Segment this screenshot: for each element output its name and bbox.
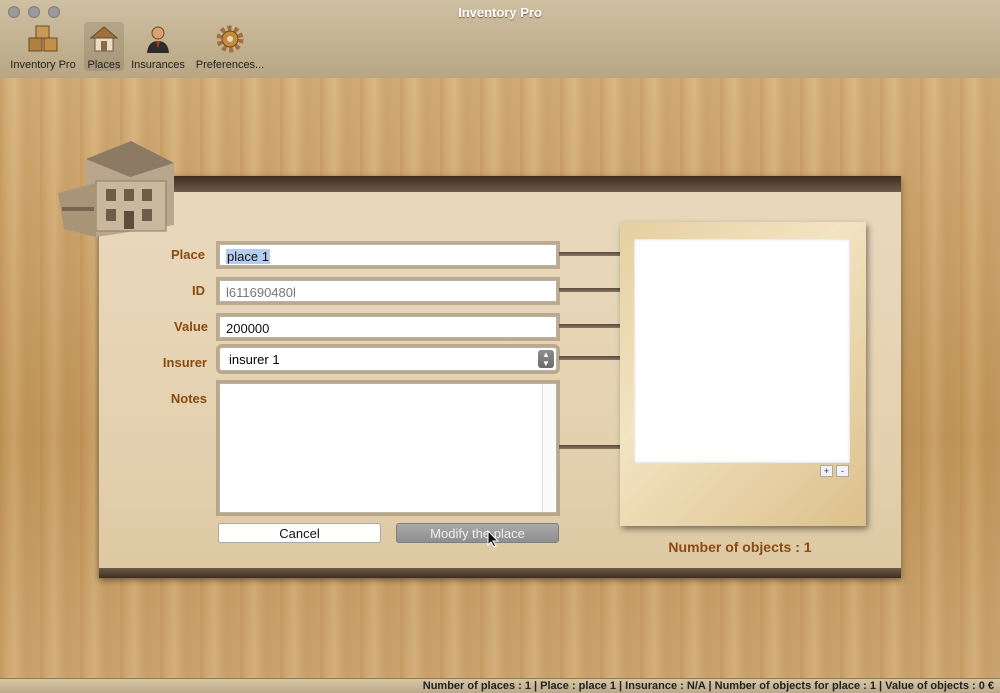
status-bar: Number of places : 1 | Place : place 1 |… — [0, 678, 1000, 693]
remove-photo-button[interactable]: - — [836, 465, 849, 477]
connector-line — [559, 324, 621, 328]
connector-line — [559, 288, 621, 292]
place-photo[interactable]: + - — [634, 239, 850, 477]
place-input-value: place 1 — [226, 249, 270, 264]
house-icon — [84, 24, 124, 57]
agent-icon — [128, 24, 188, 57]
chevron-updown-icon: ▲ ▼ — [538, 350, 554, 368]
toolbar-item-preferences[interactable]: Preferences... — [193, 24, 267, 71]
window-chrome: Inventory Pro Inventory Pro Places Insur… — [0, 0, 1000, 79]
notes-textarea[interactable] — [219, 383, 557, 513]
cancel-button[interactable]: Cancel — [218, 523, 381, 543]
place-input[interactable]: place 1 — [219, 244, 557, 266]
id-label: ID — [192, 283, 205, 298]
connector-line — [559, 252, 621, 256]
insurer-select[interactable]: insurer 1 ▲ ▼ — [219, 347, 557, 371]
insurer-selected-value: insurer 1 — [229, 352, 280, 367]
add-photo-button[interactable]: + — [820, 465, 833, 477]
photo-frame: + - — [620, 222, 866, 526]
connector-line — [559, 356, 621, 360]
notes-text — [220, 384, 556, 392]
objects-count: Number of objects : 1 — [668, 539, 812, 555]
notes-scrollbar[interactable] — [542, 384, 556, 512]
panel-top-bar — [99, 176, 901, 192]
panel-bottom-bar — [99, 568, 901, 578]
boxes-icon — [6, 24, 80, 57]
toolbar-item-insurances[interactable]: Insurances — [128, 24, 188, 71]
insurer-label: Insurer — [162, 355, 207, 370]
id-input[interactable]: l611690480l — [219, 280, 557, 302]
window-title: Inventory Pro — [458, 5, 542, 20]
house-illustration-icon — [56, 137, 176, 246]
mouse-pointer-icon — [487, 529, 500, 553]
toolbar-label: Inventory Pro — [10, 59, 76, 71]
connector-line — [559, 445, 621, 449]
gear-icon — [193, 24, 267, 57]
toolbar-item-places[interactable]: Places — [84, 22, 124, 71]
modify-place-button[interactable]: Modify the place — [396, 523, 559, 543]
toolbar-label: Insurances — [131, 59, 185, 71]
toolbar-label: Preferences... — [195, 59, 265, 71]
place-label: Place — [171, 247, 205, 262]
toolbar-item-inventory-pro[interactable]: Inventory Pro — [6, 24, 80, 71]
value-label: Value — [174, 319, 208, 334]
value-input[interactable]: 200000 — [219, 316, 557, 338]
toolbar-label: Places — [87, 59, 121, 71]
notes-label: Notes — [170, 391, 207, 406]
